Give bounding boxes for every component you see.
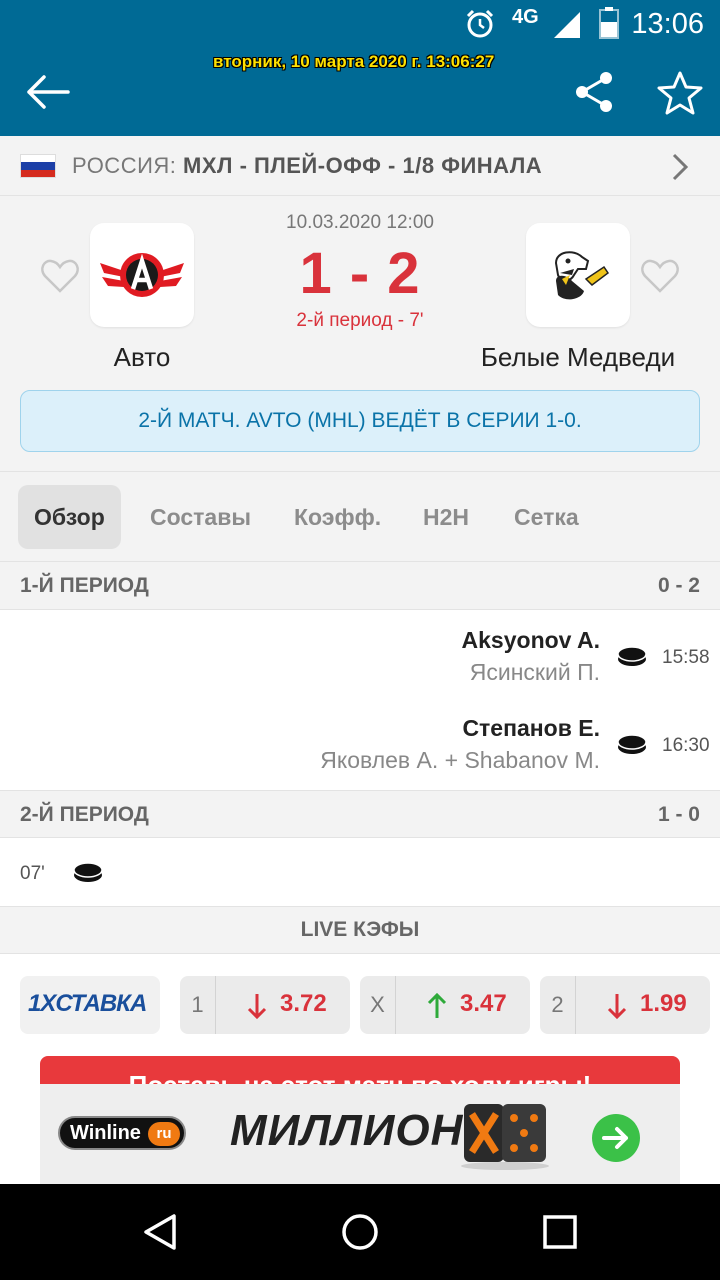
bookmaker-name: 1XСТАВКА <box>28 990 147 1017</box>
period-header: 1-Й ПЕРИОД 0 - 2 <box>0 562 720 610</box>
arrow-down-icon <box>607 994 627 1020</box>
clock: 13:06 <box>631 8 704 40</box>
arrow-left-icon[interactable] <box>24 72 70 112</box>
dice-icon <box>461 1104 549 1170</box>
heart-outline-icon[interactable] <box>640 258 680 294</box>
ad-banner[interactable]: Winline ru МИЛЛИОН <box>40 1084 680 1184</box>
match-header: Авто 10.03.2020 12:00 1 - 2 2-й период -… <box>0 196 720 472</box>
goal-event: 07' <box>0 839 720 906</box>
avto-logo-icon <box>100 253 184 297</box>
breadcrumb-text: РОССИЯ: МХЛ - ПЛЕЙ-ОФФ - 1/8 ФИНАЛА <box>72 153 542 179</box>
period-title: 2-Й ПЕРИОД <box>20 803 149 826</box>
russia-flag-icon <box>20 154 56 178</box>
tab-h2h[interactable]: H2H <box>407 485 485 549</box>
odds-label: X <box>360 976 396 1034</box>
system-nav-bar <box>0 1184 720 1280</box>
goal-scorer: Aksyonov A. <box>461 627 600 653</box>
breadcrumb-competition: МХЛ - ПЛЕЙ-ОФФ - 1/8 ФИНАЛА <box>183 153 543 178</box>
network-type: 4G <box>512 6 539 28</box>
ad-brand-suffix: ru <box>148 1122 180 1146</box>
series-info-banner: 2-Й МАТЧ. AVTO (MHL) ВЕДЁТ В СЕРИИ 1-0. <box>20 390 700 452</box>
nav-recents-icon[interactable] <box>542 1214 578 1250</box>
puck-icon <box>617 646 647 666</box>
goal-time: 07' <box>20 863 45 884</box>
goal-assist: Яковлев А. + Shabanov M. <box>320 747 600 773</box>
home-team-name[interactable]: Авто <box>42 342 242 373</box>
arrow-right-icon <box>602 1127 628 1149</box>
tab-lineups[interactable]: Составы <box>134 485 267 549</box>
odds-away-button[interactable]: 2 1.99 <box>540 976 710 1034</box>
match-date: 10.03.2020 12:00 <box>286 212 434 233</box>
match-status: 2-й период - 7' <box>296 310 424 331</box>
winline-logo: Winline ru <box>58 1116 186 1150</box>
odds-value: 1.99 <box>640 990 687 1017</box>
nav-home-icon[interactable] <box>340 1212 380 1252</box>
away-team-name[interactable]: Белые Медведи <box>468 342 688 373</box>
match-score: 1 - 2 <box>299 241 421 306</box>
bookmaker-logo[interactable]: 1XСТАВКА <box>20 976 160 1034</box>
home-team-logo[interactable] <box>90 223 194 327</box>
goal-scorer: Степанов Е. <box>462 715 600 741</box>
alarm-icon <box>466 9 494 38</box>
period-score: 1 - 0 <box>657 803 700 826</box>
share-icon[interactable] <box>574 70 614 114</box>
breadcrumb-country: РОССИЯ: <box>72 153 177 178</box>
status-bar: 4G 13:06 <box>0 0 720 48</box>
live-odds-header: LIVE КЭФЫ <box>0 906 720 954</box>
goal-time: 16:30 <box>662 735 710 756</box>
tab-bracket[interactable]: Сетка <box>498 485 595 549</box>
period-score: 0 - 2 <box>657 574 700 597</box>
odds-label: 2 <box>540 976 576 1034</box>
odds-draw-button[interactable]: X 3.47 <box>360 976 530 1034</box>
timestamp-overlay: вторник, 10 марта 2020 г. 13:06:27 <box>213 52 495 71</box>
goal-event: Степанов Е. Яковлев А. + Shabanov M. 16:… <box>0 699 720 787</box>
battery-icon <box>599 7 619 39</box>
puck-icon <box>73 862 103 882</box>
signal-icon <box>554 12 580 38</box>
odds-home-button[interactable]: 1 3.72 <box>180 976 350 1034</box>
period-title: 1-Й ПЕРИОД <box>20 574 149 597</box>
nav-back-icon[interactable] <box>140 1212 180 1252</box>
arrow-up-icon <box>427 992 447 1018</box>
goal-event: Aksyonov A. Ясинский П. 15:58 <box>0 611 720 699</box>
goal-assist: Ясинский П. <box>469 659 600 685</box>
odds-value: 3.72 <box>280 990 327 1017</box>
tab-overview[interactable]: Обзор <box>18 485 121 549</box>
arrow-down-icon <box>247 994 267 1020</box>
polar-bear-logo-icon <box>554 251 610 300</box>
odds-label: 1 <box>180 976 216 1034</box>
away-team-logo[interactable] <box>526 223 630 327</box>
heart-outline-icon[interactable] <box>40 258 80 294</box>
chevron-right-icon <box>672 153 689 181</box>
competition-breadcrumb[interactable]: РОССИЯ: МХЛ - ПЛЕЙ-ОФФ - 1/8 ФИНАЛА <box>0 136 720 196</box>
tab-bar: Обзор Составы Коэфф. H2H Сетка <box>0 472 720 562</box>
ad-go-button[interactable] <box>592 1114 640 1162</box>
odds-value: 3.47 <box>460 990 507 1017</box>
star-outline-icon[interactable] <box>656 70 704 116</box>
period-header: 2-Й ПЕРИОД 1 - 0 <box>0 790 720 838</box>
ad-brand: Winline <box>70 1122 141 1144</box>
ad-slogan: МИЛЛИОН <box>230 1106 464 1155</box>
tab-odds[interactable]: Коэфф. <box>278 485 397 549</box>
puck-icon <box>617 734 647 754</box>
goal-time: 15:58 <box>662 647 710 668</box>
